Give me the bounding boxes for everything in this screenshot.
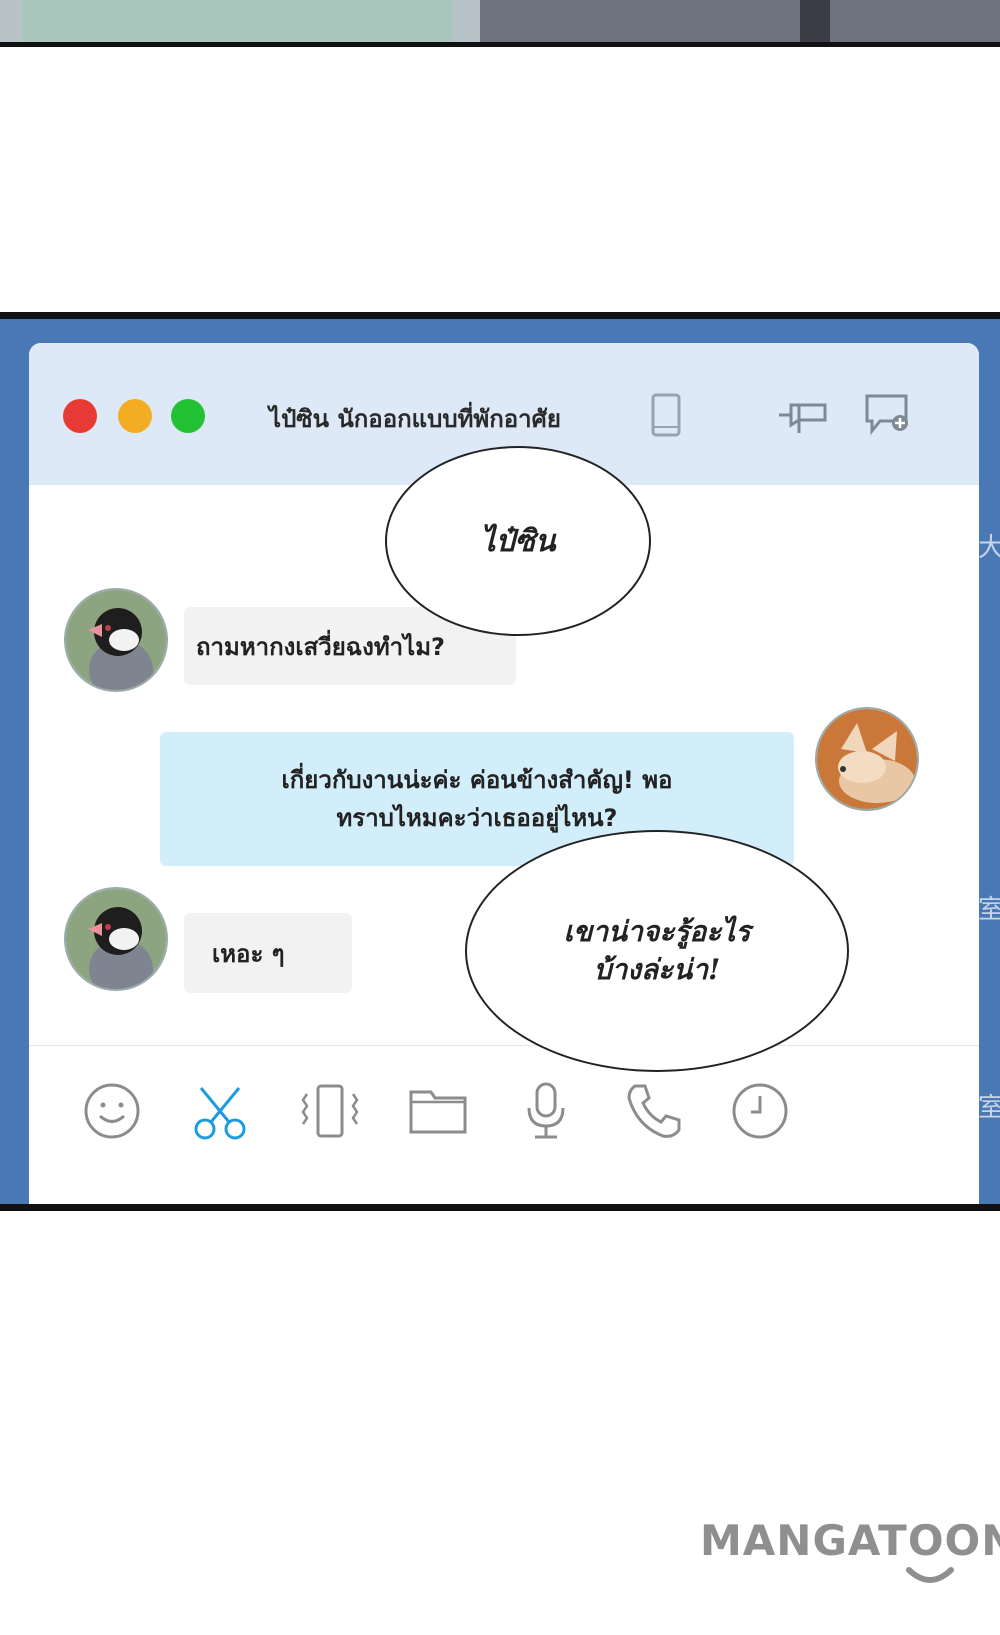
message-text-line1: เกี่ยวกับงานน่ะค่ะ ค่อนข้างสำคัญ! พอ (281, 766, 673, 794)
microphone-icon[interactable] (515, 1080, 577, 1142)
edge-text-1: 大 (978, 527, 1000, 564)
call-icon[interactable] (623, 1080, 685, 1142)
scissors-icon[interactable] (189, 1080, 251, 1142)
edge-text-2: 室 (978, 889, 1000, 926)
shake-icon[interactable] (299, 1080, 361, 1142)
top-panel-strip (0, 0, 1000, 47)
fox-avatar[interactable] (815, 707, 919, 811)
phone-icon[interactable] (649, 393, 683, 437)
window-title: ไป๋ซิน นักออกแบบที่พักอาศัย (269, 405, 561, 433)
bird-avatar[interactable] (64, 887, 168, 991)
watermark-logo: MANGATOON (700, 1516, 1000, 1565)
maximize-button[interactable] (171, 399, 205, 433)
minimize-button[interactable] (118, 399, 152, 433)
glass-wall-fragment (22, 0, 452, 42)
message-incoming-2: เหอะ ๆ (184, 913, 352, 993)
office-background-fragment (480, 0, 1000, 42)
chair-fragment (800, 0, 830, 42)
pin-icon[interactable] (777, 393, 829, 437)
speech-text: ไป๋ซิน (480, 523, 556, 559)
emoji-icon[interactable] (81, 1080, 143, 1142)
clock-icon[interactable] (729, 1080, 791, 1142)
message-text: ถามหากงเสวี่ยฉงทำไม? (196, 632, 445, 661)
speech-bubble-bottom: เขาน่าจะรู้อะไร บ้างล่ะน่า! (465, 830, 849, 1072)
watermark-smile-icon (906, 1567, 954, 1583)
speech-bubble-top: ไป๋ซิน (385, 446, 651, 636)
bird-avatar[interactable] (64, 588, 168, 692)
message-text: เหอะ ๆ (212, 939, 285, 968)
edge-text-3: 室 (978, 1087, 1000, 1124)
divider (29, 1045, 979, 1046)
message-text-line2: ทราบไหมคะว่าเธออยู่ไหน? (336, 804, 618, 832)
speech-text-line2: บ้างล่ะน่า! (593, 953, 721, 986)
folder-icon[interactable] (407, 1080, 469, 1142)
close-button[interactable] (63, 399, 97, 433)
new-chat-icon[interactable] (864, 393, 912, 437)
speech-text-line1: เขาน่าจะรู้อะไร (563, 915, 751, 948)
